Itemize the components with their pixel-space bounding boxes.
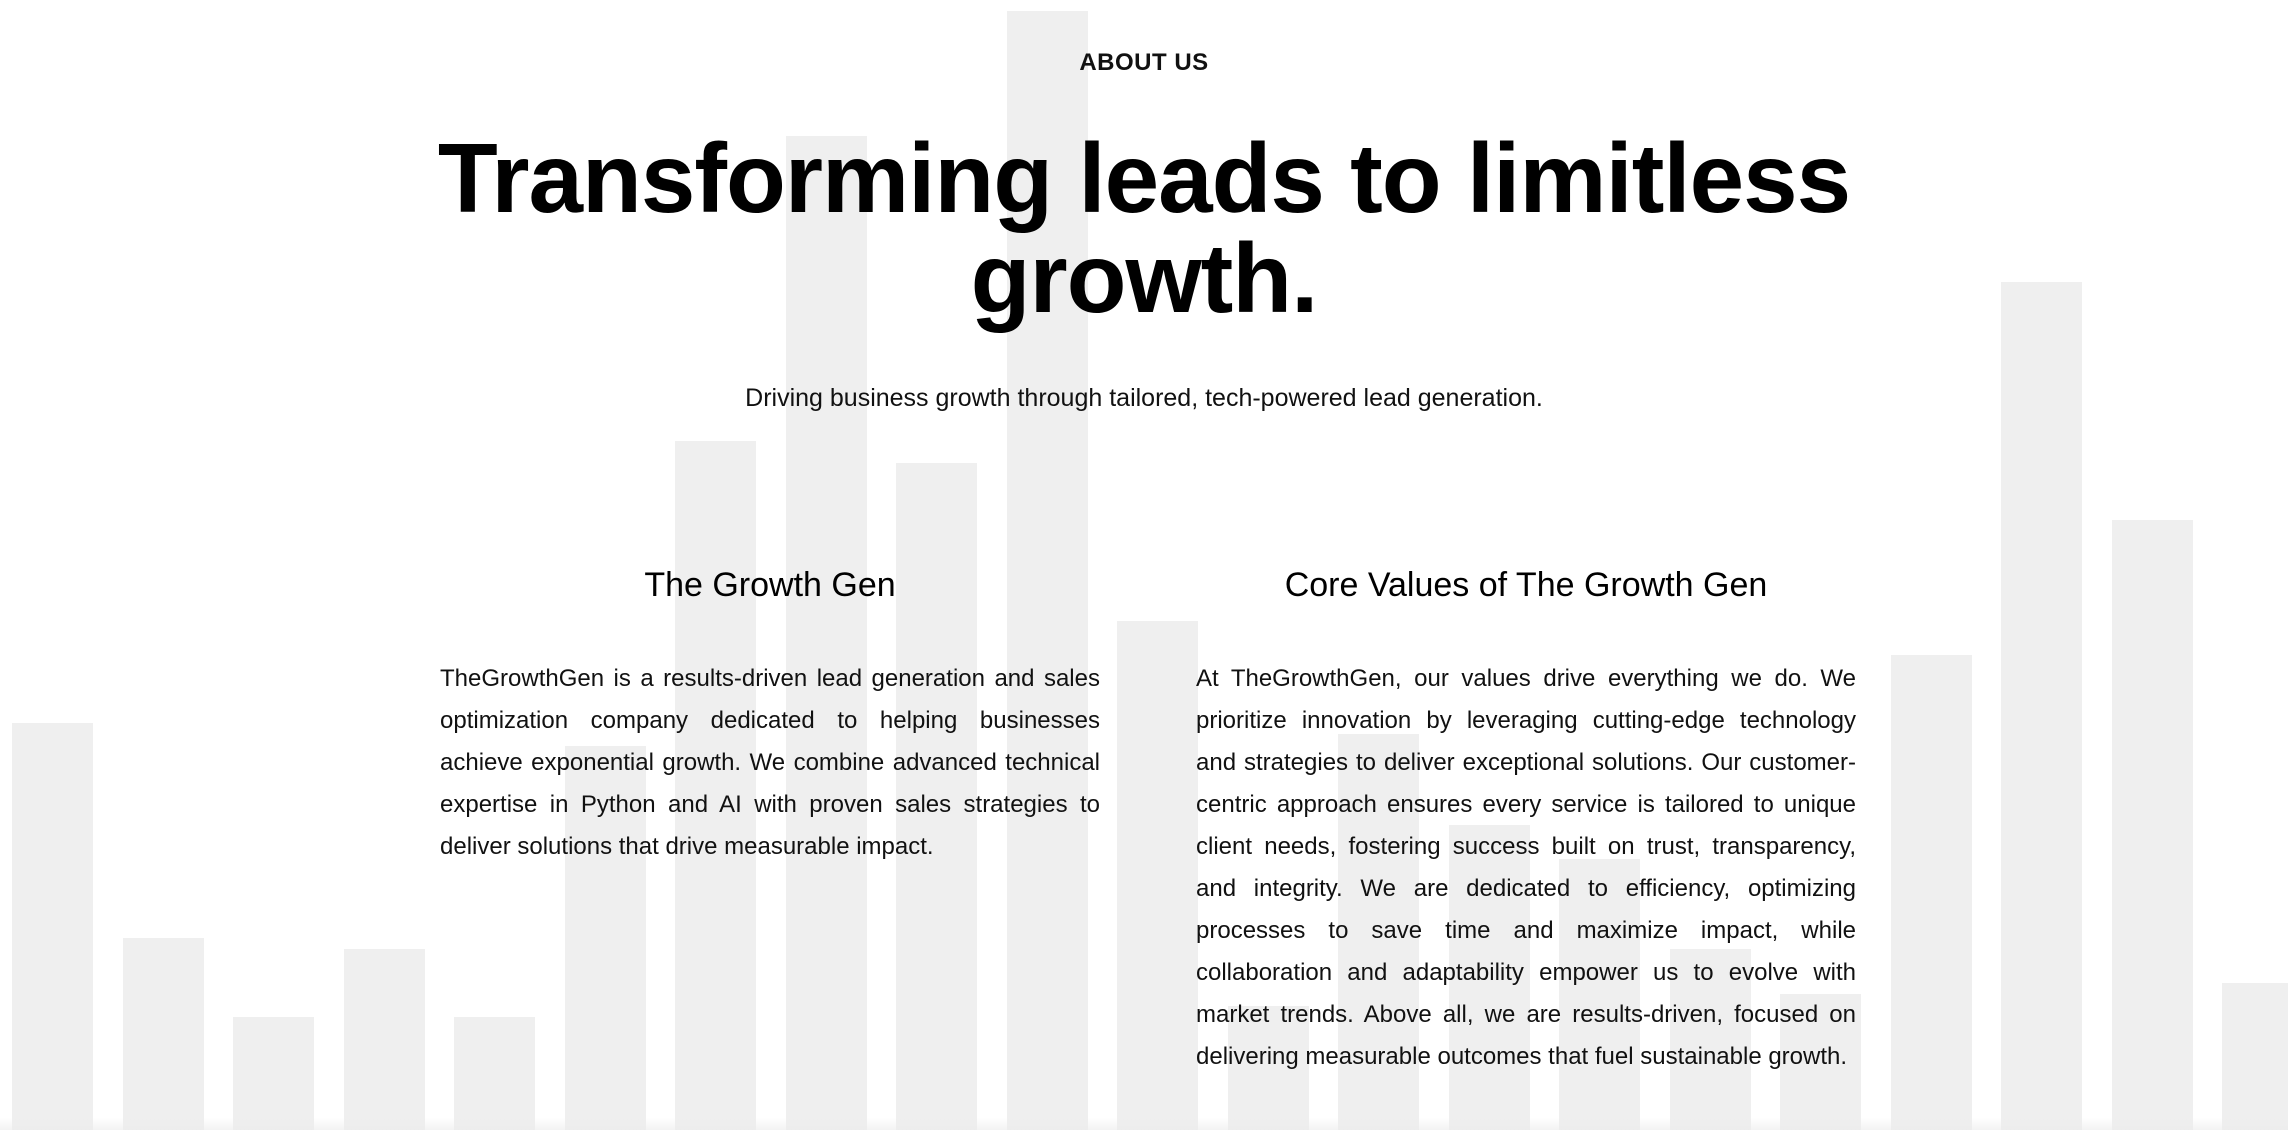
core-values-column: Core Values of The Growth Gen At TheGrow…: [1196, 560, 1856, 1078]
growth-gen-description: TheGrowthGen is a results-driven lead ge…: [440, 665, 1100, 860]
about-section: ABOUT US Transforming leads to limitless…: [0, 0, 2288, 1130]
section-eyebrow: ABOUT US: [1079, 49, 1209, 76]
growth-gen-column: The Growth Gen TheGrowthGen is a results…: [440, 560, 1100, 868]
core-values-heading: Core Values of The Growth Gen: [1284, 566, 1768, 604]
growth-gen-heading: The Growth Gen: [644, 566, 896, 604]
core-values-description: At TheGrowthGen, our values drive everyt…: [1196, 665, 1856, 1070]
hero-title: Transforming leads to limitless growth.: [437, 123, 1851, 333]
about-us-page: ABOUT US Transforming leads to limitless…: [0, 0, 2288, 1130]
hero-subtitle: Driving business growth through tailored…: [745, 384, 1543, 412]
